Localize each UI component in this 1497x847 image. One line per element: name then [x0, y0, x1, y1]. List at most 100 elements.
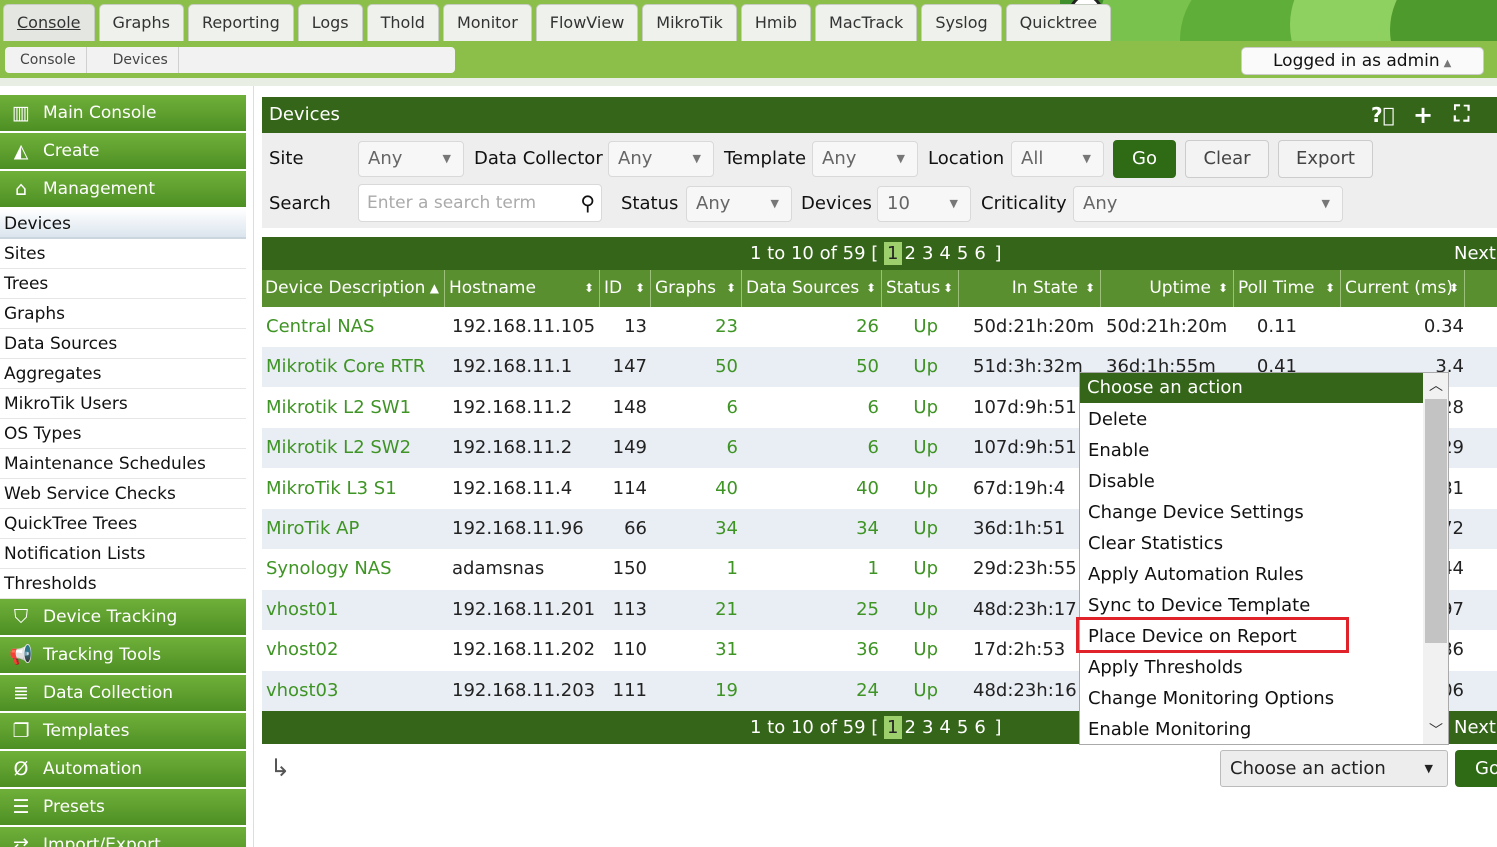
sidebar-item-web-service-checks[interactable]: Web Service Checks	[0, 479, 246, 509]
tab-monitor[interactable]: Monitor	[442, 4, 532, 41]
cell-graphs[interactable]: 19	[715, 671, 738, 711]
cell-desc[interactable]: Synology NAS	[266, 549, 392, 589]
cell-desc[interactable]: MikroTik L3 S1	[266, 469, 397, 509]
page-link[interactable]: 4	[936, 243, 953, 264]
status-select[interactable]: Any ▼	[686, 186, 792, 222]
action-option-sync-to-device-template[interactable]: Sync to Device Template	[1080, 590, 1423, 621]
cell-ds[interactable]: 6	[868, 428, 879, 468]
cell-graphs[interactable]: 21	[715, 590, 738, 630]
fullscreen-icon[interactable]: ⛶	[1454, 97, 1469, 133]
site-select[interactable]: Any ▼	[358, 141, 464, 177]
action-option-apply-thresholds[interactable]: Apply Thresholds	[1080, 652, 1423, 683]
criticality-select[interactable]: Any ▼	[1073, 186, 1343, 222]
dropdown-scrollbar[interactable]: ︿ ﹀	[1423, 373, 1448, 744]
cell-ds[interactable]: 34	[856, 509, 879, 549]
column-header-in-state[interactable]: In State ⬍	[960, 270, 1101, 307]
tab-syslog[interactable]: Syslog	[921, 4, 1002, 41]
cell-desc[interactable]: Mikrotik L2 SW1	[266, 388, 411, 428]
next-page-link[interactable]: Next	[1454, 237, 1496, 270]
tab-quicktree[interactable]: Quicktree	[1005, 4, 1112, 41]
action-option-change-monitoring-options[interactable]: Change Monitoring Options	[1080, 683, 1423, 714]
collector-select[interactable]: Any ▼	[608, 141, 714, 177]
action-option-clear-statistics[interactable]: Clear Statistics	[1080, 528, 1423, 559]
help-icon[interactable]: ?⃝	[1371, 97, 1395, 133]
action-option-delete[interactable]: Delete	[1080, 404, 1423, 435]
page-link[interactable]: 1	[884, 242, 902, 265]
breadcrumb-devices[interactable]: Devices	[98, 47, 190, 73]
column-header-current-ms-[interactable]: Current (ms) ⬍	[1342, 270, 1465, 307]
sidebar-tracking-tools[interactable]: 📢 Tracking Tools	[0, 637, 246, 673]
scrollbar-thumb[interactable]	[1425, 399, 1447, 643]
cell-desc[interactable]: vhost02	[266, 630, 338, 670]
breadcrumb-console[interactable]: Console	[5, 47, 98, 73]
sidebar-item-graphs[interactable]: Graphs	[0, 299, 246, 329]
cell-graphs[interactable]: 50	[715, 347, 738, 387]
sidebar-item-quicktree-trees[interactable]: QuickTree Trees	[0, 509, 246, 539]
action-go-button[interactable]: Go	[1455, 750, 1497, 787]
tab-mikrotik[interactable]: MikroTik	[642, 4, 737, 41]
sidebar-item-maintenance-schedules[interactable]: Maintenance Schedules	[0, 449, 246, 479]
sidebar-item-thresholds[interactable]: Thresholds	[0, 569, 246, 599]
sidebar-create[interactable]: ◭ Create	[0, 133, 246, 169]
cell-desc[interactable]: Mikrotik Core RTR	[266, 347, 425, 387]
tab-mactrack[interactable]: MacTrack	[815, 4, 918, 41]
tab-logs[interactable]: Logs	[297, 4, 363, 41]
cell-ds[interactable]: 50	[856, 347, 879, 387]
sidebar-main-console[interactable]: ▥ Main Console	[0, 95, 246, 131]
location-select[interactable]: All ▼	[1011, 141, 1104, 177]
next-page-link[interactable]: Next	[1454, 711, 1496, 744]
cell-graphs[interactable]: 34	[715, 509, 738, 549]
column-header-poll-time[interactable]: Poll Time ⬍	[1235, 270, 1341, 307]
sidebar-presets[interactable]: ☰ Presets	[0, 789, 246, 825]
action-option-enable-monitoring[interactable]: Enable Monitoring	[1080, 714, 1423, 744]
sidebar-management[interactable]: ⌂ Management	[0, 171, 246, 207]
sidebar-item-aggregates[interactable]: Aggregates	[0, 359, 246, 389]
page-link[interactable]: 3	[919, 243, 936, 264]
cell-graphs[interactable]: 31	[715, 630, 738, 670]
column-header-id[interactable]: ID ⬍	[601, 270, 651, 307]
column-header-status[interactable]: Status ⬍	[883, 270, 959, 307]
sidebar-import-export[interactable]: ⇄ Import/Export	[0, 827, 246, 847]
search-input[interactable]: Enter a search term ⚲	[358, 184, 602, 222]
page-link[interactable]: 6	[971, 243, 988, 264]
action-option-place-device-on-report[interactable]: Place Device on Report	[1080, 621, 1423, 652]
cell-ds[interactable]: 6	[868, 388, 879, 428]
sidebar-item-trees[interactable]: Trees	[0, 269, 246, 299]
action-option-change-device-settings[interactable]: Change Device Settings	[1080, 497, 1423, 528]
column-header-hostname[interactable]: Hostname ⬍	[446, 270, 600, 307]
sidebar-item-devices[interactable]: Devices	[0, 209, 246, 239]
page-link[interactable]: 4	[936, 717, 953, 738]
cell-ds[interactable]: 25	[856, 590, 879, 630]
tab-thold[interactable]: Thold	[366, 4, 439, 41]
sidebar-device-tracking[interactable]: ⛉ Device Tracking	[0, 599, 246, 635]
go-button[interactable]: Go	[1113, 140, 1176, 178]
column-header-device-description[interactable]: Device Description ▲	[262, 270, 445, 307]
tab-graphs[interactable]: Graphs	[98, 4, 184, 41]
action-select[interactable]: Choose an action ▼	[1220, 750, 1448, 787]
page-link[interactable]: 5	[954, 717, 971, 738]
cell-graphs[interactable]: 40	[715, 469, 738, 509]
sidebar-templates[interactable]: ❐ Templates	[0, 713, 246, 749]
cell-desc[interactable]: Mikrotik L2 SW2	[266, 428, 411, 468]
page-link[interactable]: 6	[971, 717, 988, 738]
page-link[interactable]: 1	[884, 716, 902, 739]
cell-desc[interactable]: Central NAS	[266, 307, 374, 347]
page-link[interactable]: 2	[902, 243, 919, 264]
cell-graphs[interactable]: 6	[727, 428, 738, 468]
page-link[interactable]: 3	[919, 717, 936, 738]
cell-ds[interactable]: 26	[856, 307, 879, 347]
clear-button[interactable]: Clear	[1185, 140, 1269, 178]
cell-desc[interactable]: MiroTik AP	[266, 509, 359, 549]
page-link[interactable]: 2	[902, 717, 919, 738]
sidebar-item-notification-lists[interactable]: Notification Lists	[0, 539, 246, 569]
column-header-data-sources[interactable]: Data Sources ⬍	[743, 270, 882, 307]
cell-ds[interactable]: 24	[856, 671, 879, 711]
sidebar-item-sites[interactable]: Sites	[0, 239, 246, 269]
cell-graphs[interactable]: 23	[715, 307, 738, 347]
column-header-uptime[interactable]: Uptime ⬍	[1102, 270, 1234, 307]
cell-ds[interactable]: 1	[868, 549, 879, 589]
tab-flowview[interactable]: FlowView	[535, 4, 639, 41]
sidebar-item-mikrotik-users[interactable]: MikroTik Users	[0, 389, 246, 419]
add-icon[interactable]: +	[1413, 97, 1433, 133]
tab-console[interactable]: Console	[3, 4, 95, 41]
